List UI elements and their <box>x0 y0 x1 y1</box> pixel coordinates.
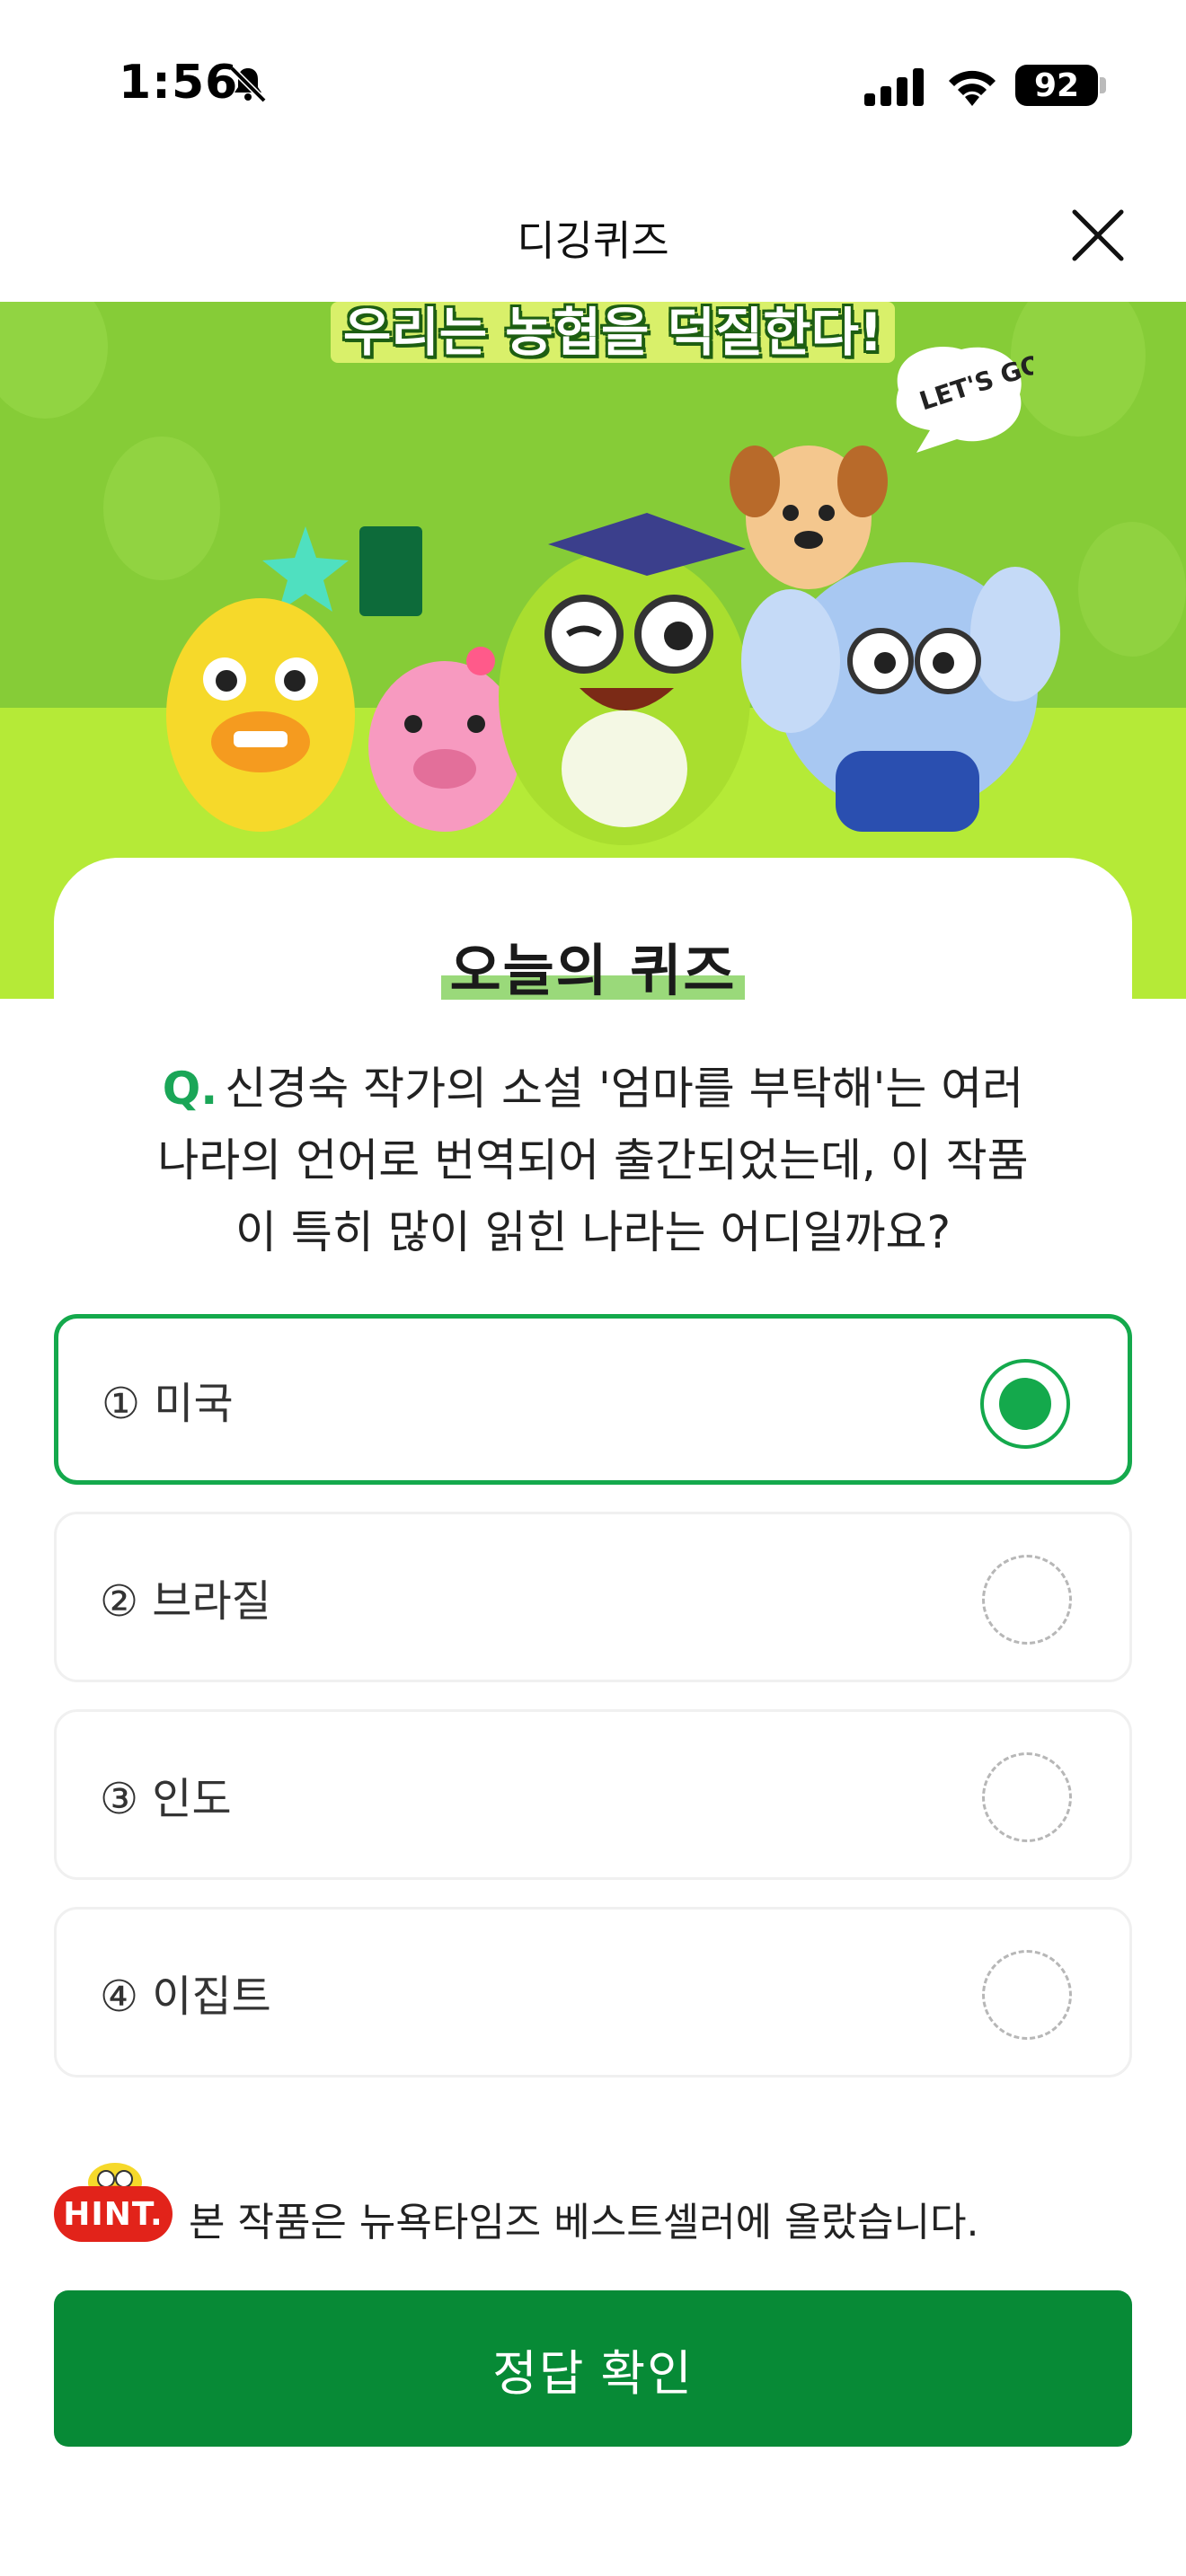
battery-icon: 92 <box>1015 65 1098 106</box>
mascot-characters <box>166 446 1060 845</box>
question-line-2: 나라의 언어로 번역되어 출간되었는데, 이 작품 <box>157 1134 1029 1187</box>
answer-option-4[interactable]: ④ 이집트 <box>54 1907 1132 2078</box>
battery-cap <box>1100 77 1106 93</box>
pig-character <box>368 661 521 832</box>
battery-level: 92 <box>1033 66 1080 104</box>
radio-unselected-icon[interactable] <box>982 1555 1072 1645</box>
question-text: Q. 신경숙 작가의 소설 '엄마를 부탁해'는 여러 나라의 언어로 번역되어 … <box>99 1053 1087 1268</box>
status-time: 1:56 <box>119 56 239 110</box>
bell-slash-icon <box>229 66 267 103</box>
hint-text: 본 작품은 뉴욕타임즈 베스트셀러에 올랐습니다. <box>189 2200 979 2245</box>
hint-section: HINT. 본 작품은 뉴욕타임즈 베스트셀러에 올랐습니다. <box>54 2156 1132 2254</box>
page-title: 디깅퀴즈 <box>517 216 669 265</box>
banner-title: 우리는 농협을 덕질한다! <box>331 302 896 363</box>
wifi-icon <box>949 70 996 106</box>
header: 디깅퀴즈 <box>0 171 1186 302</box>
answer-option-label: ④ 이집트 <box>100 1972 271 2022</box>
quiz-heading: 오늘의 퀴즈 <box>0 925 1186 1006</box>
question-mark: Q. <box>162 1063 218 1115</box>
close-icon[interactable] <box>1062 199 1134 271</box>
question-line-3: 이 특히 많이 읽힌 나라는 어디일까요? <box>235 1206 951 1258</box>
radio-selected-icon[interactable] <box>980 1359 1070 1449</box>
question-line-1: 신경숙 작가의 소설 '엄마를 부탁해'는 여러 <box>225 1063 1024 1115</box>
answer-option-3[interactable]: ③ 인도 <box>54 1709 1132 1880</box>
confirm-answer-button[interactable]: 정답 확인 <box>54 2290 1132 2447</box>
answer-option-label: ② 브라질 <box>100 1576 271 1627</box>
status-bar: 1:56 92 <box>0 0 1186 171</box>
hint-badge: HINT. <box>54 2186 173 2242</box>
signal-icon <box>864 68 924 106</box>
radio-unselected-icon[interactable] <box>982 1752 1072 1842</box>
answer-option-label: ① 미국 <box>102 1379 234 1429</box>
star-icon <box>262 526 349 612</box>
radio-unselected-icon[interactable] <box>982 1950 1072 2040</box>
answer-option-1[interactable]: ① 미국 <box>54 1314 1132 1485</box>
quiz-heading-text: 오늘의 퀴즈 <box>440 925 746 1006</box>
book-icon <box>359 526 422 616</box>
answer-option-2[interactable]: ② 브라질 <box>54 1512 1132 1682</box>
answer-option-label: ③ 인도 <box>100 1774 232 1824</box>
